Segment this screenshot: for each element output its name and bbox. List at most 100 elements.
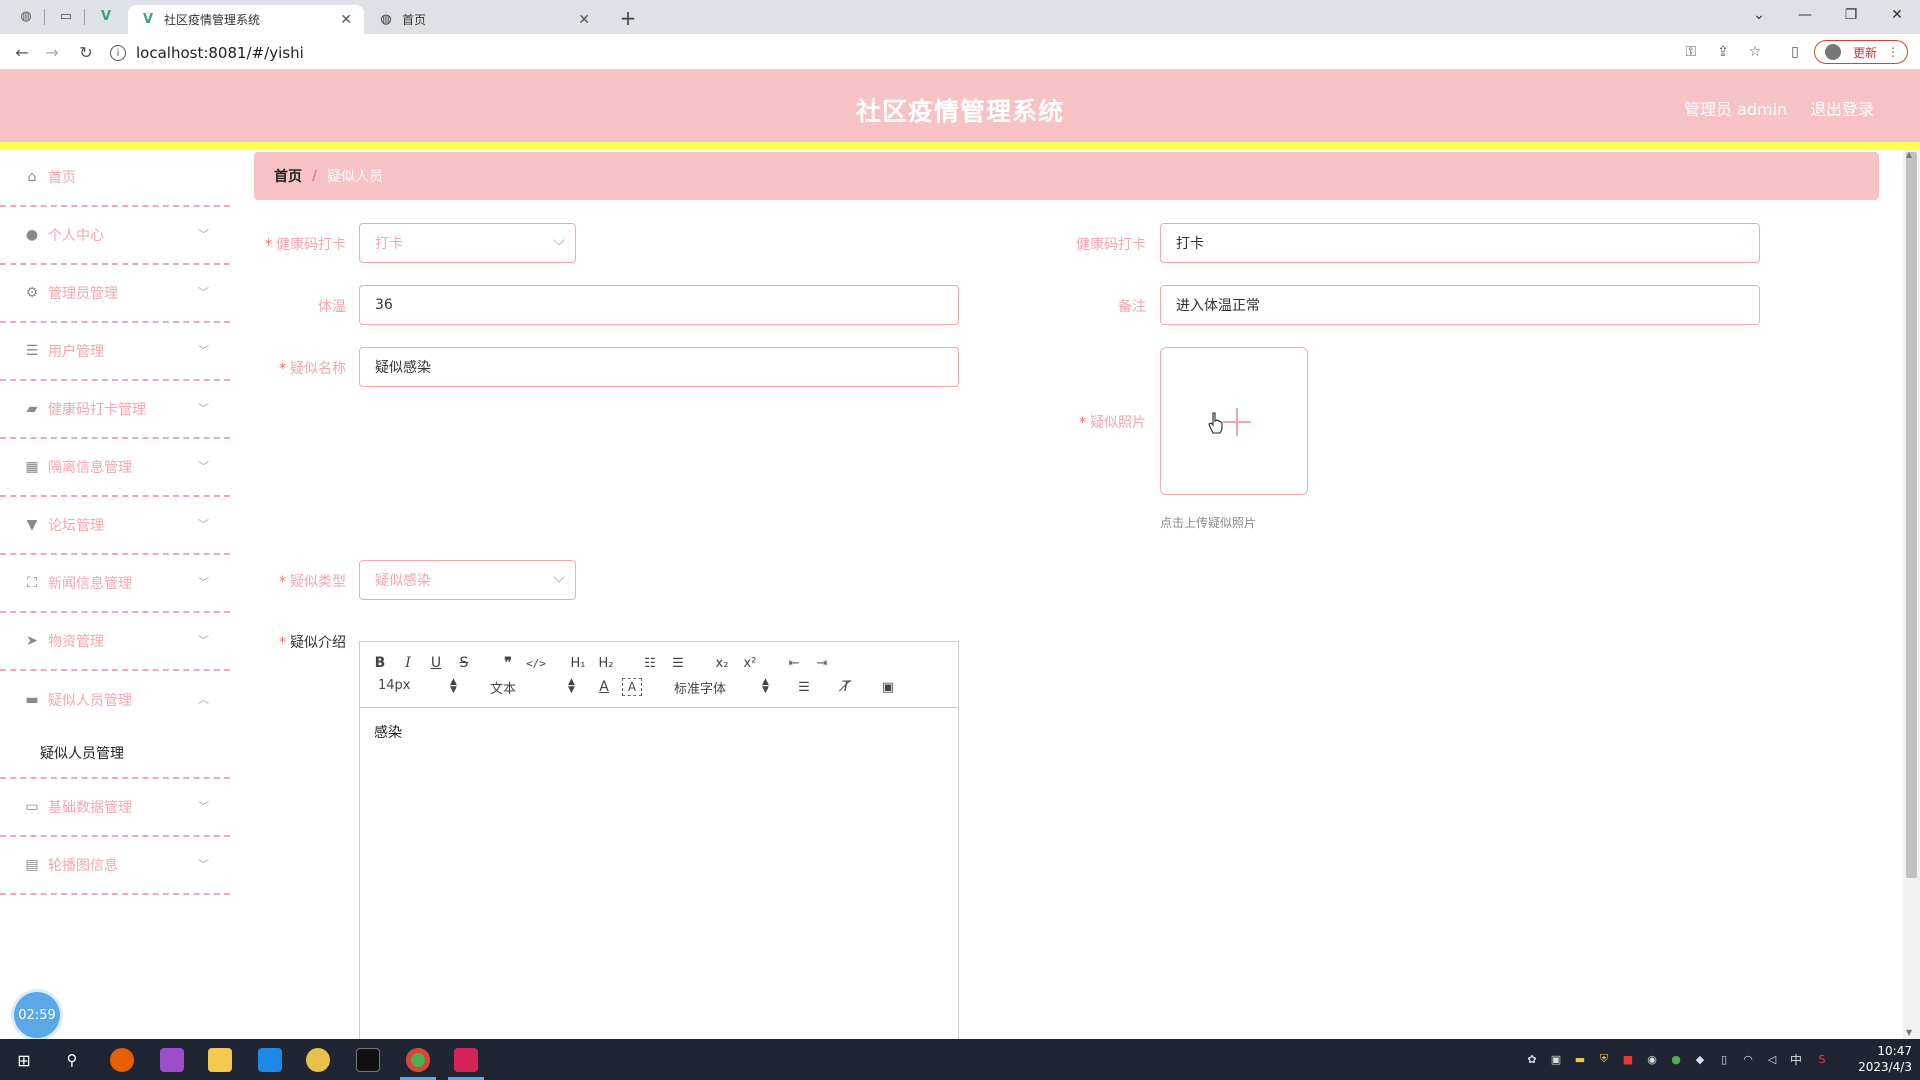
window-close-button[interactable]: ✕ [1874, 0, 1920, 30]
sidebar-item-users[interactable]: ☰ 用户管理 ﹀ [0, 323, 230, 381]
sidebar-item-admin[interactable]: ⚙ 管理员管理 ﹀ [0, 265, 230, 323]
share-icon[interactable]: ⇪ [1714, 43, 1732, 61]
menu-dots-icon[interactable]: ⋮ [1887, 45, 1899, 59]
taskbar: ⊞ ⚲ ✿ ▣ ▬ ⛨ ■ ◉ ● ◆ ▯ ◠ ◁ 中 S 10:47 2023… [0, 1039, 1920, 1080]
wechat-icon[interactable]: ● [1668, 1051, 1684, 1067]
floating-timer[interactable]: 02:59 [14, 992, 60, 1038]
url-text[interactable]: localhost:8081/#/yishi [136, 44, 304, 62]
tray-icon[interactable]: ■ [1620, 1051, 1636, 1067]
sidebar-item-suspects[interactable]: ▬ 疑似人员管理 ︿ 疑似人员管理 [0, 671, 230, 779]
tray-icon[interactable]: ◉ [1644, 1051, 1660, 1067]
chrome-icon[interactable] [406, 1048, 430, 1072]
font-size-picker[interactable]: 14px ▲ ▼ [378, 678, 458, 695]
sidebar-item-forum[interactable]: ▼ 论坛管理 ﹀ [0, 497, 230, 555]
breadcrumb-home[interactable]: 首页 [274, 166, 302, 186]
heading2-icon[interactable]: H₂ [596, 654, 616, 672]
sidebar-item-isolation[interactable]: ▦ 隔离信息管理 ﹀ [0, 439, 230, 497]
bullet-list-icon[interactable]: ☰ [668, 654, 688, 672]
sidebar-item-news[interactable]: ⛶ 新闻信息管理 ﹀ [0, 555, 230, 613]
firefox-icon[interactable] [110, 1048, 134, 1072]
forward-icon[interactable]: → [42, 42, 62, 62]
ime-indicator[interactable]: 中 [1788, 1051, 1804, 1067]
code-icon[interactable]: </> [526, 654, 546, 672]
sogou-icon[interactable]: S [1814, 1051, 1830, 1067]
tray-icon[interactable]: ▬ [1572, 1051, 1588, 1067]
scrollbar-thumb[interactable] [1906, 152, 1917, 878]
block-format-picker[interactable]: 文本 ▲ ▼ [490, 678, 576, 698]
vue-icon[interactable]: V [98, 8, 114, 24]
image-icon[interactable]: ▣ [878, 678, 898, 696]
tab-active[interactable]: V 社区疫情管理系统 ✕ [128, 5, 364, 34]
background-color-icon[interactable]: A [622, 678, 642, 696]
shield-icon[interactable]: ⛨ [1596, 1051, 1612, 1067]
sidebar-item-basedata[interactable]: ▭ 基础数据管理 ﹀ [0, 779, 230, 837]
sidebar-item-healthcode[interactable]: ▰ 健康码打卡管理 ﹀ [0, 381, 230, 439]
restore-button[interactable]: ❐ [1828, 0, 1874, 30]
volume-icon[interactable]: ◁ [1764, 1051, 1780, 1067]
font-family-picker[interactable]: 标准字体 ▲ ▼ [674, 678, 770, 698]
underline-icon[interactable]: U [426, 654, 446, 672]
sidebar-item-supplies[interactable]: ➤ 物资管理 ﹀ [0, 613, 230, 671]
tray-icon[interactable]: ▣ [1548, 1051, 1564, 1067]
tab-home[interactable]: ◍ 首页 ✕ [366, 5, 602, 34]
key-icon[interactable]: ⚿ [1682, 43, 1700, 61]
star-icon[interactable]: ☆ [1746, 43, 1764, 61]
clear-format-icon[interactable]: T̸ [836, 678, 856, 696]
sidebar-item-carousel[interactable]: ▤ 轮播图信息 ﹀ [0, 837, 230, 895]
bold-icon[interactable]: B [370, 654, 390, 672]
align-left-icon[interactable]: ☰ [794, 678, 814, 696]
intellij-icon[interactable] [454, 1048, 478, 1072]
logout-link[interactable]: 退出登录 [1810, 96, 1874, 120]
heading1-icon[interactable]: H₁ [568, 654, 588, 672]
indent-increase-icon[interactable]: ⇥ [812, 654, 832, 672]
wifi-icon[interactable]: ◠ [1740, 1051, 1756, 1067]
omnibox[interactable]: i localhost:8081/#/yishi [110, 39, 1710, 67]
italic-icon[interactable]: I [398, 654, 418, 672]
search-icon[interactable]: ⚲ [60, 1048, 84, 1072]
vscode-icon[interactable] [258, 1048, 282, 1072]
info-icon[interactable]: i [110, 45, 126, 61]
globe-icon[interactable]: ◍ [18, 8, 34, 24]
qq-icon[interactable]: ◆ [1692, 1051, 1708, 1067]
new-tab-button[interactable]: + [616, 6, 640, 30]
taskbar-clock[interactable]: 10:47 2023/4/3 [1848, 1043, 1912, 1075]
sidebar-subitem-suspects[interactable]: 疑似人员管理 [40, 743, 124, 763]
windows-start-icon[interactable]: ⊞ [12, 1048, 36, 1072]
suspect-name-input[interactable]: 疑似感染 [359, 347, 959, 387]
scroll-up-icon[interactable]: ▲ [1906, 150, 1912, 159]
editor-content[interactable]: 感染 [374, 722, 402, 742]
sidebar-item-personal[interactable]: ● 个人中心 ﹀ [0, 207, 230, 265]
health-text-input[interactable]: 打卡 [1160, 223, 1760, 263]
reload-icon[interactable]: ↻ [76, 42, 96, 62]
chevron-down-icon[interactable]: ⌄ [1736, 0, 1782, 30]
usb-icon[interactable]: ▯ [1716, 1051, 1732, 1067]
blockquote-icon[interactable]: ❞ [498, 654, 518, 672]
profile-icon[interactable] [1825, 44, 1841, 60]
sidebar-item-home[interactable]: ⌂ 首页 [0, 149, 230, 207]
photo-upload[interactable] [1160, 347, 1308, 495]
scroll-down-icon[interactable]: ▼ [1906, 1028, 1912, 1037]
file-explorer-icon[interactable] [208, 1048, 232, 1072]
remark-input[interactable]: 进入体温正常 [1160, 285, 1760, 325]
ordered-list-icon[interactable]: ☷ [640, 654, 660, 672]
strike-icon[interactable]: S [454, 654, 474, 672]
blank-tab-icon[interactable]: ▭ [58, 8, 74, 24]
rich-text-editor[interactable]: B I U S ❞ </> H₁ H₂ ☷ ☰ x₂ x² ⇤ ⇥ 14px ▲… [359, 641, 959, 1041]
terminal-icon[interactable] [356, 1048, 380, 1072]
app-icon[interactable] [306, 1048, 330, 1072]
sidepanel-icon[interactable]: ▯ [1786, 43, 1804, 61]
subscript-icon[interactable]: x₂ [712, 654, 732, 672]
indent-decrease-icon[interactable]: ⇤ [784, 654, 804, 672]
health-select[interactable]: 打卡 [359, 223, 576, 263]
tray-icon[interactable]: ✿ [1524, 1051, 1540, 1067]
close-icon[interactable]: ✕ [578, 12, 590, 28]
app-icon[interactable] [160, 1048, 184, 1072]
update-button[interactable]: 更新 ⋮ [1814, 40, 1908, 64]
close-icon[interactable]: ✕ [340, 12, 352, 28]
back-icon[interactable]: ← [12, 42, 32, 62]
suspect-type-select[interactable]: 疑似感染 [359, 560, 576, 600]
minimize-button[interactable]: — [1782, 0, 1828, 30]
temperature-input[interactable]: 36 [359, 285, 959, 325]
superscript-icon[interactable]: x² [740, 654, 760, 672]
font-color-icon[interactable]: A [594, 678, 614, 696]
